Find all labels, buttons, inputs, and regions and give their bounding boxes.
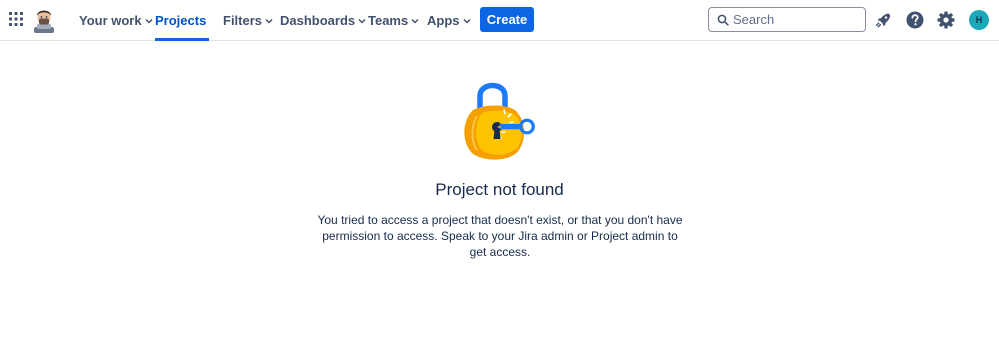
nav-apps-label: Apps (427, 13, 460, 28)
site-logo[interactable] (31, 7, 57, 33)
empty-state-title: Project not found (435, 180, 564, 199)
nav-dashboards-label: Dashboards (280, 13, 356, 28)
help-icon[interactable] (905, 10, 925, 30)
notifications-icon[interactable] (873, 10, 893, 30)
chevron-down-icon (265, 18, 273, 24)
search-box[interactable] (708, 7, 866, 32)
empty-state-description: You tried to access a project that doesn… (317, 213, 683, 259)
nav-dashboards[interactable]: Dashboards (280, 0, 366, 41)
nav-apps[interactable]: Apps (427, 0, 471, 41)
chevron-down-icon (358, 18, 366, 24)
top-navigation: Your work Projects Filters Dashboards Te… (0, 0, 999, 41)
app-switcher-icon[interactable] (9, 12, 23, 26)
nav-your-work-label: Your work (79, 13, 142, 28)
locked-padlock-icon (457, 78, 539, 164)
nav-teams[interactable]: Teams (368, 0, 419, 41)
chevron-down-icon (145, 18, 153, 24)
search-icon (717, 14, 729, 26)
chevron-down-icon (462, 18, 471, 24)
nav-your-work[interactable]: Your work (79, 0, 153, 41)
search-input[interactable] (733, 12, 853, 27)
nav-teams-label: Teams (368, 13, 409, 28)
nav-projects-label: Projects (155, 13, 207, 28)
nav-filters-label: Filters (223, 13, 263, 28)
nav-filters[interactable]: Filters (223, 0, 273, 41)
main-content: Project not found You tried to access a … (0, 42, 999, 349)
nav-projects[interactable]: Projects (155, 0, 209, 41)
user-avatar[interactable]: H (969, 10, 989, 30)
chevron-down-icon (411, 18, 419, 24)
create-button[interactable]: Create (480, 7, 534, 32)
settings-icon[interactable] (936, 10, 956, 30)
